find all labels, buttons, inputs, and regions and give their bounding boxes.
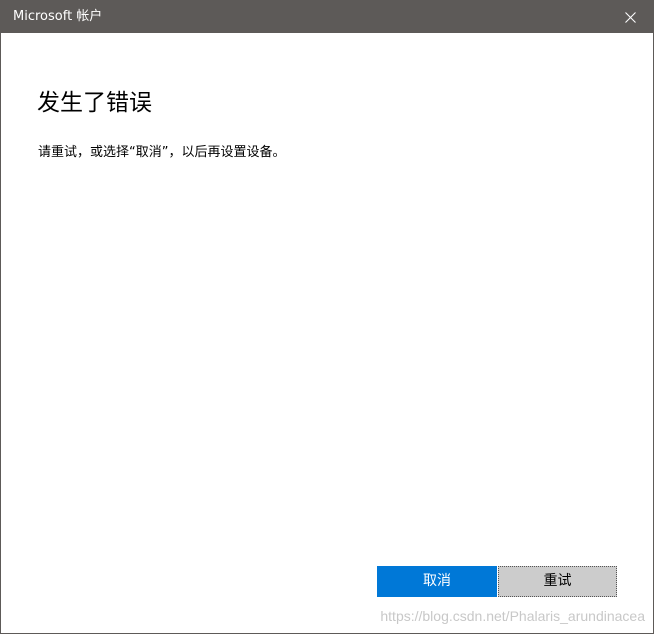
window-title: Microsoft 帐户 (13, 9, 103, 24)
dialog-window: Microsoft 帐户 发生了错误 请重试，或选择“取消”，以后再设置设备。 … (0, 0, 654, 634)
retry-button[interactable]: 重试 (498, 566, 617, 597)
watermark-text: https://blog.csdn.net/Phalaris_arundinac… (380, 608, 645, 624)
error-message: 请重试，或选择“取消”，以后再设置设备。 (38, 145, 286, 160)
title-bar[interactable]: Microsoft 帐户 (1, 1, 653, 33)
error-heading: 发生了错误 (37, 90, 152, 116)
close-icon (624, 11, 636, 23)
cancel-button[interactable]: 取消 (377, 566, 497, 597)
close-button[interactable] (607, 1, 653, 33)
